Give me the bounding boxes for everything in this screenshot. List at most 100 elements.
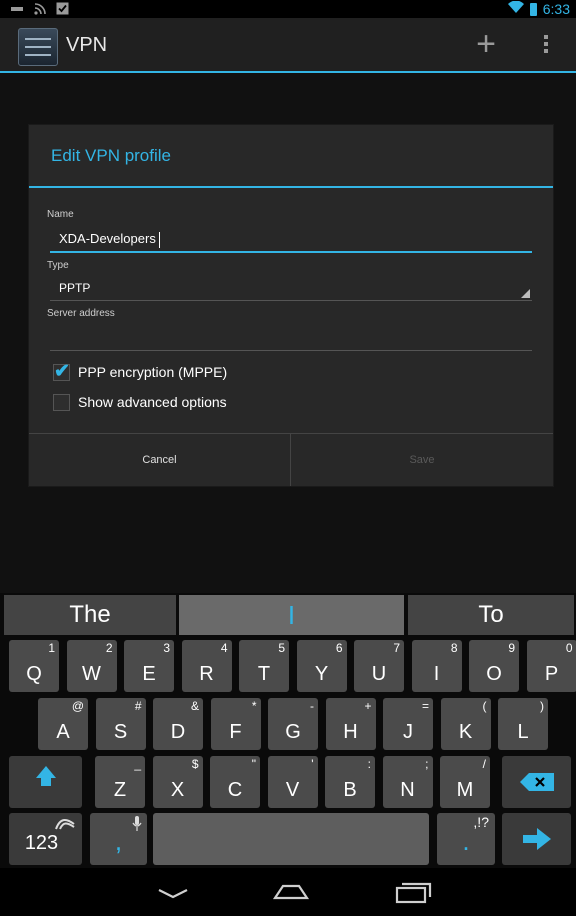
save-button[interactable]: Save <box>291 434 553 486</box>
vpn-settings-icon[interactable] <box>18 28 58 66</box>
key-alt-label: & <box>190 699 199 713</box>
key-label: I <box>433 663 440 685</box>
plus-icon[interactable]: + <box>468 24 504 64</box>
enter-key[interactable] <box>502 813 571 865</box>
comma-label: , <box>114 826 123 856</box>
backspace-key[interactable] <box>502 756 571 808</box>
battery-icon <box>529 2 537 16</box>
back-icon[interactable] <box>145 874 205 910</box>
key-c[interactable]: " C <box>210 756 260 808</box>
key-a[interactable]: @ A <box>38 698 88 750</box>
key-p[interactable]: 0P <box>526 640 576 692</box>
key-u[interactable]: 7U <box>354 640 404 692</box>
key-label: J <box>403 721 413 743</box>
name-label: Name <box>47 209 74 220</box>
dialog-title: Edit VPN profile <box>51 146 171 165</box>
key-j[interactable]: = J <box>383 698 433 750</box>
name-value: XDA-Developers <box>59 231 156 246</box>
key-alt-label: _ <box>134 757 141 771</box>
key-label: G <box>285 721 301 743</box>
recents-icon[interactable] <box>384 874 444 910</box>
checkbox-icon: ✔ <box>53 361 70 382</box>
key-o[interactable]: 9O <box>469 640 519 692</box>
key-i[interactable]: 8I <box>411 640 462 692</box>
server-address-label: Server address <box>47 308 115 319</box>
key-alt-label: ( <box>482 699 487 713</box>
home-icon[interactable] <box>261 874 321 910</box>
key-alt-label: 1 <box>48 641 55 655</box>
key-y[interactable]: 6Y <box>296 640 347 692</box>
key-label: K <box>458 721 473 743</box>
symbols-key[interactable]: 123 <box>9 813 82 865</box>
key-w[interactable]: 2W <box>66 640 117 692</box>
wifi-icon <box>507 0 524 18</box>
type-label: Type <box>47 260 69 271</box>
name-field-underline <box>50 251 532 253</box>
key-label: A <box>56 721 70 743</box>
clock: 6:33 <box>542 1 570 17</box>
server-address-field[interactable] <box>47 323 532 351</box>
key-f[interactable]: * F <box>210 698 261 750</box>
shift-key[interactable] <box>9 756 82 808</box>
key-label: S <box>113 721 128 743</box>
key-q[interactable]: 1Q <box>9 640 59 692</box>
key-alt-label: $ <box>191 757 199 771</box>
cancel-button[interactable]: Cancel <box>29 434 290 486</box>
key-alt-label: 7 <box>393 641 400 655</box>
ppp-encryption-checkbox[interactable]: ✔ PPP encryption (MPPE) <box>53 361 313 383</box>
key-alt-label: 6 <box>335 641 343 655</box>
key-g[interactable]: -G <box>268 698 318 750</box>
key-label: X <box>170 779 185 801</box>
status-bar: 6:33 <box>0 0 576 18</box>
key-l[interactable]: ) L <box>498 698 548 750</box>
key-d[interactable]: & D <box>153 698 203 750</box>
suggestion-left[interactable]: The <box>4 595 176 635</box>
key-s[interactable]: # S <box>95 698 146 750</box>
key-label: U <box>371 663 387 685</box>
key-h[interactable]: + H <box>325 698 376 750</box>
key-label: C <box>227 779 243 801</box>
overflow-menu-icon[interactable] <box>536 32 556 60</box>
space-key[interactable] <box>153 813 429 865</box>
key-z[interactable]: _ Z <box>95 756 145 808</box>
symbols-label: 123 <box>24 832 59 854</box>
key-r[interactable]: 4R <box>181 640 232 692</box>
period-key[interactable]: ,!? . <box>437 813 495 865</box>
period-label: . <box>462 826 470 856</box>
advanced-options-checkbox[interactable]: Show advanced options <box>53 391 313 413</box>
type-spinner[interactable]: PPTP <box>47 275 532 301</box>
key-label: E <box>142 663 156 685</box>
key-label: L <box>517 721 529 743</box>
key-alt-label: + <box>364 699 372 713</box>
key-label: F <box>229 721 242 743</box>
key-t[interactable]: 5T <box>239 640 289 692</box>
key-alt-label: - <box>310 699 314 713</box>
name-field[interactable]: XDA-Developers <box>47 225 532 253</box>
checkmark-icon: ✔ <box>54 361 70 382</box>
key-n[interactable]: ; N <box>382 756 433 808</box>
key-alt-label: 5 <box>278 641 285 655</box>
soft-keyboard: The I To 1Q2W3E4R5T6Y7U8I9O0P @ A # S & D * F - G… <box>0 593 576 868</box>
key-label: H <box>343 721 358 743</box>
edit-vpn-dialog: Edit VPN profile Name XDA-Developers Typ… <box>29 125 553 486</box>
comma-key[interactable]: , <box>90 813 147 865</box>
dropdown-arrow-icon <box>521 289 530 298</box>
key-alt-label: # <box>134 699 142 713</box>
key-b[interactable]: :B <box>325 756 375 808</box>
advanced-options-label: Show advanced options <box>78 394 227 410</box>
key-alt-label: / <box>482 757 486 771</box>
suggestion-right[interactable]: To <box>408 595 574 635</box>
action-bar: VPN + <box>0 18 576 73</box>
key-label: P <box>544 663 559 685</box>
key-x[interactable]: $ X <box>152 756 203 808</box>
suggestion-middle[interactable]: I <box>179 595 404 635</box>
key-k[interactable]: (K <box>440 698 491 750</box>
key-v[interactable]: ' V <box>267 756 318 808</box>
type-field-underline <box>50 300 532 301</box>
key-alt-label: ' <box>311 757 314 771</box>
key-m[interactable]: / M <box>440 756 490 808</box>
arrow-right-icon <box>523 828 551 850</box>
key-label: D <box>170 721 186 743</box>
key-alt-label: 0 <box>565 641 573 655</box>
key-e[interactable]: 3E <box>124 640 174 692</box>
